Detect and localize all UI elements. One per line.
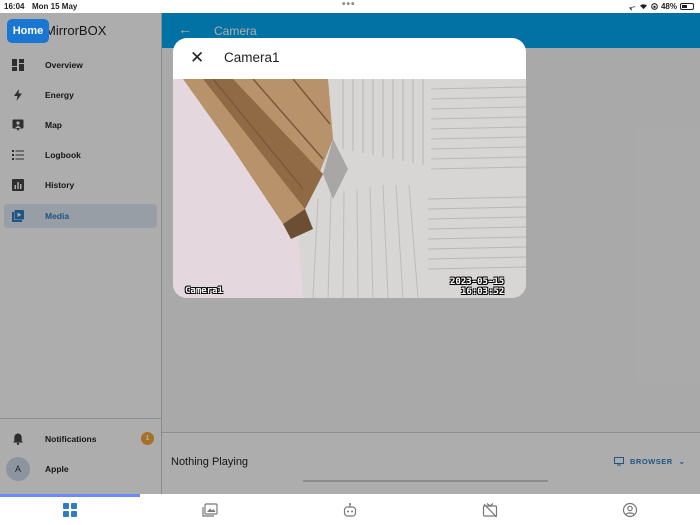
battery-icon [680, 3, 694, 10]
robot-icon [343, 503, 357, 517]
bottom-tab-bar [0, 494, 700, 525]
home-button[interactable]: Home [7, 19, 49, 43]
tv-off-icon [482, 503, 498, 518]
status-time: 16:04 [4, 2, 25, 11]
multitasking-dots[interactable]: ••• [342, 0, 356, 10]
tab-media-off[interactable] [420, 494, 560, 525]
account-icon [622, 502, 638, 518]
close-icon[interactable]: ✕ [190, 48, 204, 68]
airplane-icon [628, 5, 636, 10]
camera-image [173, 79, 526, 298]
status-right: 48% [628, 2, 694, 11]
dialog-title: Camera1 [224, 50, 280, 65]
wifi-icon [639, 4, 647, 10]
status-date: Mon 15 May [32, 2, 78, 11]
photos-icon [202, 503, 218, 517]
camera-overlay-date: 2023-05-15 [450, 277, 505, 287]
dashboard-icon [63, 503, 77, 517]
tab-photos[interactable] [140, 494, 280, 525]
camera-stream[interactable]: Camera1 2023-05-15 16:03:52 [173, 79, 526, 298]
rotation-lock-icon [651, 3, 658, 10]
tab-account[interactable] [560, 494, 700, 525]
tab-dashboard[interactable] [0, 494, 140, 525]
camera-overlay-time: 16:03:52 [461, 287, 505, 297]
camera-dialog: ✕ Camera1 Camera1 2023-05-15 16:03:52 [173, 38, 526, 298]
status-bar: 16:04 Mon 15 May ••• 48% [0, 0, 700, 13]
battery-percent: 48% [660, 2, 677, 11]
camera-overlay-label: Camera1 [185, 286, 223, 296]
tab-robot[interactable] [280, 494, 420, 525]
